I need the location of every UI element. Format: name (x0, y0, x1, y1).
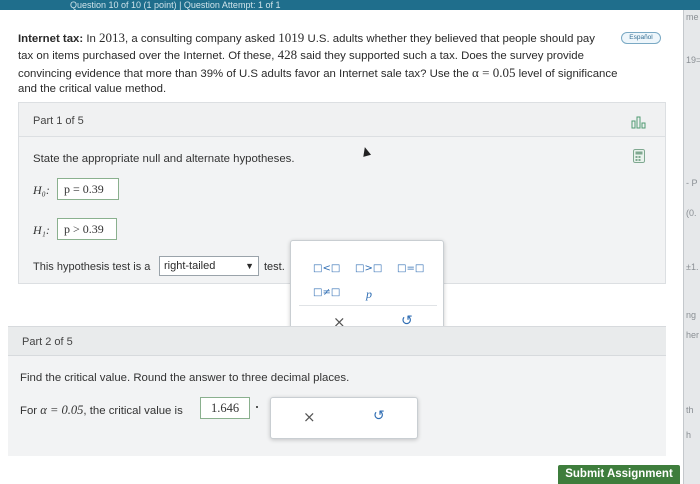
problem-text: In (86, 33, 96, 45)
espanol-button[interactable]: Español (621, 32, 661, 44)
part1-title: Part 1 of 5 (33, 115, 84, 127)
h0-label: H₀: (33, 183, 50, 197)
part2-panel: Find the critical value. Round the answe… (8, 356, 666, 456)
h1-input[interactable]: p > 0.39 (57, 218, 117, 240)
clear-icon[interactable]: × (303, 408, 316, 426)
undo-icon[interactable]: ↺ (373, 408, 385, 424)
strip-text: (0. (686, 208, 697, 218)
test-type-select[interactable]: right-tailed ▼ (159, 256, 259, 276)
problem-alpha: α = 0.05 (472, 64, 516, 80)
greater-than-button[interactable]: □>□ (355, 263, 382, 274)
strip-text: me (686, 12, 699, 22)
part1-header: Part 1 of 5 (19, 103, 665, 137)
answer-palette: × ↺ (270, 397, 418, 439)
hypothesis-symbol-palette: □<□ □>□ □=□ □≠□ p × ↺ (290, 240, 444, 336)
problem-text: level of significance (518, 67, 618, 80)
part2-header: Part 2 of 5 (8, 326, 666, 356)
palette-divider (299, 305, 437, 306)
problem-text: and the critical value method. (18, 83, 167, 96)
submit-assignment-button[interactable]: Submit Assignment (558, 465, 680, 484)
right-side-strip: me 19=0 - P (0. ±1. ng her th h (683, 10, 700, 484)
h1-label: H₁: (33, 223, 50, 237)
top-bar: Question 10 of 10 (1 point) | Question A… (0, 0, 700, 10)
strip-text: her (686, 330, 700, 340)
strip-text: h (686, 430, 692, 440)
line-suffix: , the critical value is (83, 405, 183, 417)
equals-button[interactable]: □=□ (397, 263, 424, 274)
main-panel: Internet tax: In 2013, a consulting comp… (0, 10, 683, 484)
strip-text: 19=0 (686, 55, 700, 65)
critical-value-line: For α = 0.05, the critical value is (20, 403, 183, 418)
bar-chart-icon[interactable] (631, 115, 647, 129)
p-symbol-button[interactable]: p (366, 287, 372, 302)
not-equal-button[interactable]: □≠□ (313, 287, 340, 298)
problem-count: 428 (277, 47, 298, 63)
part2-prompt: Find the critical value. Round the answe… (20, 372, 350, 384)
test-type-text: This hypothesis test is a (33, 261, 151, 273)
strip-text: ±1. (686, 262, 699, 272)
problem-sample-size: 1019 (278, 30, 305, 45)
strip-text: th (686, 405, 694, 415)
part2-title: Part 2 of 5 (22, 336, 73, 348)
part1-prompt: State the appropriate null and alternate… (33, 153, 295, 165)
h0-input[interactable]: p = 0.39 (57, 178, 119, 200)
problem-text: , a consulting company asked (125, 33, 276, 45)
calculator-icon[interactable] (633, 149, 645, 163)
critical-value-input[interactable]: 1.646 (200, 397, 250, 419)
test-type-value: right-tailed (164, 260, 216, 272)
dropdown-arrow-icon: ▼ (245, 261, 254, 271)
problem-text: tax on items purchased over the Internet… (18, 50, 275, 63)
text-cursor (256, 406, 258, 408)
line-prefix: For (20, 405, 38, 417)
problem-percent: 39% (200, 67, 224, 80)
problem-text: of U.S adults favor an Internet sale tax… (226, 67, 469, 80)
problem-statement: Internet tax: In 2013, a consulting comp… (18, 30, 663, 98)
problem-text: convincing evidence that more than (18, 67, 198, 80)
test-suffix: test. (264, 261, 285, 273)
strip-text: - P (686, 178, 698, 188)
less-than-button[interactable]: □<□ (313, 263, 340, 274)
alpha-expression: α = 0.05 (40, 403, 84, 417)
strip-text: ng (686, 310, 697, 320)
question-header: Question 10 of 10 (1 point) | Question A… (70, 0, 281, 10)
problem-year: 2013 (99, 30, 126, 45)
problem-label: Internet tax: (18, 33, 84, 45)
problem-text: U.S. adults whether they believed that p… (307, 33, 595, 45)
problem-text: said they supported such a tax. Does the… (300, 50, 584, 63)
